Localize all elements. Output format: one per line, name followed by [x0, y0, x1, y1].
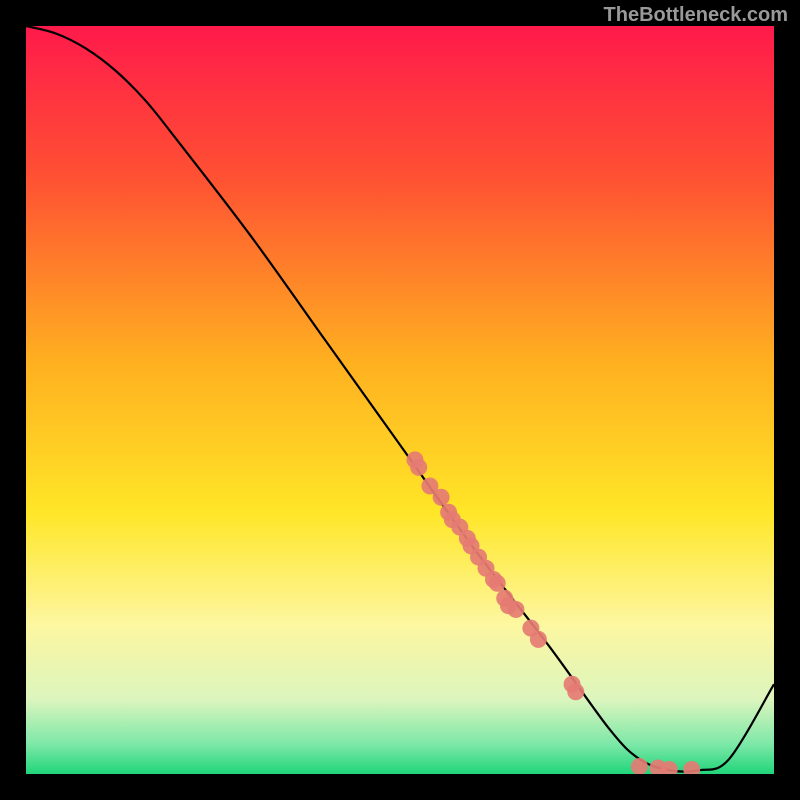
gradient-background	[26, 26, 774, 774]
attribution-text: TheBottleneck.com	[604, 4, 788, 27]
data-point	[530, 631, 547, 648]
data-point	[410, 459, 427, 476]
data-point	[507, 601, 524, 618]
data-point	[433, 489, 450, 506]
chart-svg	[26, 26, 774, 774]
data-point	[567, 683, 584, 700]
bottleneck-chart	[26, 26, 774, 774]
data-point	[489, 575, 506, 592]
